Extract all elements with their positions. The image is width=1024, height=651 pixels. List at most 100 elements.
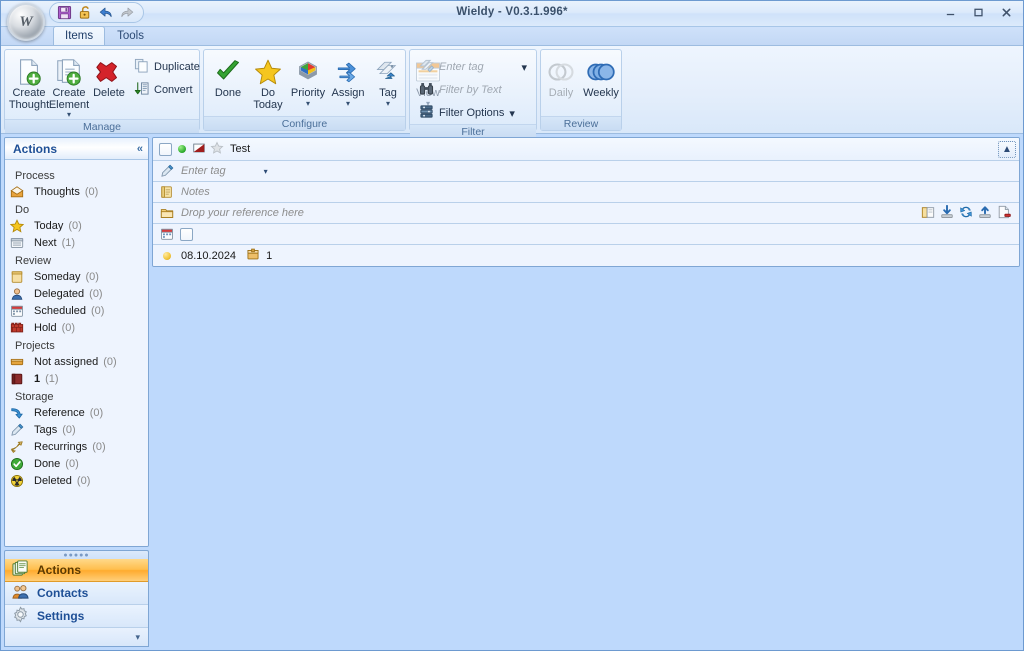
tag-button[interactable]: Tag ▾ <box>368 53 408 108</box>
sidebar-item-someday[interactable]: Someday (0) <box>5 268 148 285</box>
pen-tag-icon <box>159 164 175 178</box>
chevron-down-icon[interactable]: ▾ <box>509 107 515 120</box>
filter-options-label: Filter Options <box>439 107 505 119</box>
tab-items[interactable]: Items <box>53 26 106 45</box>
item-notes-row[interactable]: Notes <box>153 182 1019 203</box>
app-orb-button[interactable]: W <box>7 3 45 41</box>
done-button[interactable]: Done <box>208 53 248 101</box>
sidebar-nav-actions-label: Actions <box>37 563 82 577</box>
remove-file-icon[interactable] <box>997 205 1011 222</box>
sidebar-item-delegated[interactable]: Delegated (0) <box>5 285 148 302</box>
unlock-icon[interactable] <box>77 5 93 21</box>
duplicate-button[interactable]: Duplicate <box>129 56 205 78</box>
sidebar-item-today[interactable]: Today (0) <box>5 217 148 234</box>
item-schedule-checkbox[interactable] <box>180 227 193 241</box>
assign-button[interactable]: Assign ▾ <box>328 53 368 108</box>
binoculars-icon <box>419 81 434 99</box>
tag-label: Tag <box>379 87 397 99</box>
upload-icon[interactable] <box>978 205 992 222</box>
sidebar-item-not-assigned-count: (0) <box>103 355 117 368</box>
chevron-down-icon[interactable]: ▾ <box>306 99 310 107</box>
main-content: Test ▲ Enter tag ▾ Notes Drop your refer… <box>152 137 1020 647</box>
sidebar-item-deleted-count: (0) <box>76 474 91 487</box>
create-element-button[interactable]: Create Element ▾ <box>49 53 89 119</box>
item-done-checkbox[interactable] <box>159 142 172 156</box>
filter-by-text-button[interactable]: Filter by Text <box>414 79 532 101</box>
sidebar-item-scheduled-label: Scheduled <box>34 304 86 317</box>
sidebar-item-recurrings[interactable]: Recurrings (0) <box>5 438 148 455</box>
ribbon-tab-strip: Items Tools <box>1 26 1023 46</box>
item-reference-row[interactable]: Drop your reference here <box>153 203 1019 224</box>
sidebar-item-thoughts[interactable]: Thoughts (0) <box>5 183 148 200</box>
chevron-down-icon[interactable]: ▾ <box>67 111 71 119</box>
reference-arrow-icon <box>10 406 24 420</box>
chevron-down-icon[interactable]: ▾ <box>346 99 350 107</box>
priority-button[interactable]: Priority ▾ <box>288 53 328 108</box>
priority-flag-icon[interactable] <box>192 141 206 158</box>
sidebar-item-project-1[interactable]: 1 (1) <box>5 370 148 387</box>
sidebar-item-next[interactable]: Next (1) <box>5 234 148 251</box>
tag-filter-icon <box>419 58 435 76</box>
sidebar-item-hold-count: (0) <box>61 321 76 334</box>
refresh-icon[interactable] <box>959 205 973 222</box>
tab-tools[interactable]: Tools <box>105 26 156 45</box>
chevron-down-icon[interactable]: ▾ <box>264 167 268 176</box>
sidebar-item-hold-label: Hold <box>34 321 57 334</box>
sidebar-item-deleted[interactable]: Deleted (0) <box>5 472 148 489</box>
sidebar-item-not-assigned-label: Not assigned <box>34 355 99 368</box>
tab-tools-label: Tools <box>117 30 144 42</box>
sidebar-nav-actions[interactable]: Actions <box>5 559 148 582</box>
sidebar-item-not-assigned[interactable]: Not assigned (0) <box>5 353 148 370</box>
close-button[interactable] <box>993 2 1019 23</box>
convert-button[interactable]: Convert <box>129 79 205 101</box>
new-element-icon <box>54 56 84 88</box>
open-folder-icon[interactable] <box>921 205 935 222</box>
item-reference-placeholder: Drop your reference here <box>181 207 304 219</box>
sidebar-nav-more-button[interactable]: ▾ <box>5 628 148 646</box>
filter-tag-input[interactable]: Enter tag ▾ <box>414 56 532 78</box>
sidebar-title: Actions <box>13 141 58 156</box>
item-title[interactable]: Test <box>230 143 250 155</box>
weekly-review-button[interactable]: Weekly <box>581 53 621 101</box>
sidebar-item-recurrings-count: (0) <box>92 440 106 453</box>
maximize-button[interactable] <box>965 2 991 23</box>
sidebar-item-scheduled[interactable]: Scheduled (0) <box>5 302 148 319</box>
create-thought-button[interactable]: Create Thought <box>9 53 49 112</box>
filter-by-text-label: Filter by Text <box>439 84 502 96</box>
sidebar-item-reference-label: Reference <box>34 406 85 419</box>
item-project: 1 <box>266 249 273 262</box>
sidebar: Actions « Process Thoughts (0) Do Today … <box>4 137 149 647</box>
sidebar-nav-settings-label: Settings <box>37 609 85 623</box>
sidebar-item-thoughts-count: (0) <box>84 185 99 198</box>
item-collapse-button[interactable]: ▲ <box>998 141 1016 158</box>
delete-button[interactable]: Delete <box>89 53 129 101</box>
item-schedule-row[interactable] <box>153 224 1019 245</box>
filter-options-button[interactable]: Filter Options ▾ <box>414 102 532 124</box>
sidebar-item-done[interactable]: Done (0) <box>5 455 148 472</box>
sidebar-nav-settings[interactable]: Settings <box>5 605 148 628</box>
daily-review-button[interactable]: Daily <box>541 53 581 101</box>
chevron-down-icon[interactable]: ▾ <box>386 99 390 107</box>
actions-stack-icon <box>12 560 29 580</box>
sidebar-nav-contacts-label: Contacts <box>37 586 89 600</box>
chevron-down-icon: ▾ <box>135 631 140 642</box>
chevron-down-icon[interactable]: ▾ <box>521 61 527 74</box>
filter-tag-placeholder: Enter tag <box>439 61 484 73</box>
download-icon[interactable] <box>940 204 954 222</box>
save-icon[interactable] <box>56 5 72 21</box>
ribbon-group-configure: Done Do Today Priority ▾ Assign ▾ Tag ▾ … <box>203 49 440 131</box>
sidebar-collapse-icon[interactable]: « <box>137 143 143 155</box>
star-outline-icon[interactable] <box>210 141 224 158</box>
sidebar-item-tags[interactable]: Tags (0) <box>5 421 148 438</box>
sidebar-nav-contacts[interactable]: Contacts <box>5 582 148 605</box>
item-tag-row[interactable]: Enter tag ▾ <box>153 161 1019 182</box>
sidebar-item-hold[interactable]: Hold (0) <box>5 319 148 336</box>
do-today-button[interactable]: Do Today <box>248 53 288 112</box>
gear-icon <box>12 606 29 626</box>
sidebar-item-reference[interactable]: Reference (0) <box>5 404 148 421</box>
undo-icon[interactable] <box>98 5 114 21</box>
sidebar-splitter-grip[interactable]: ●●●●● <box>4 550 149 559</box>
minimize-button[interactable] <box>937 2 963 23</box>
sidebar-header: Actions « <box>5 138 148 160</box>
sidebar-item-done-label: Done <box>34 457 61 470</box>
